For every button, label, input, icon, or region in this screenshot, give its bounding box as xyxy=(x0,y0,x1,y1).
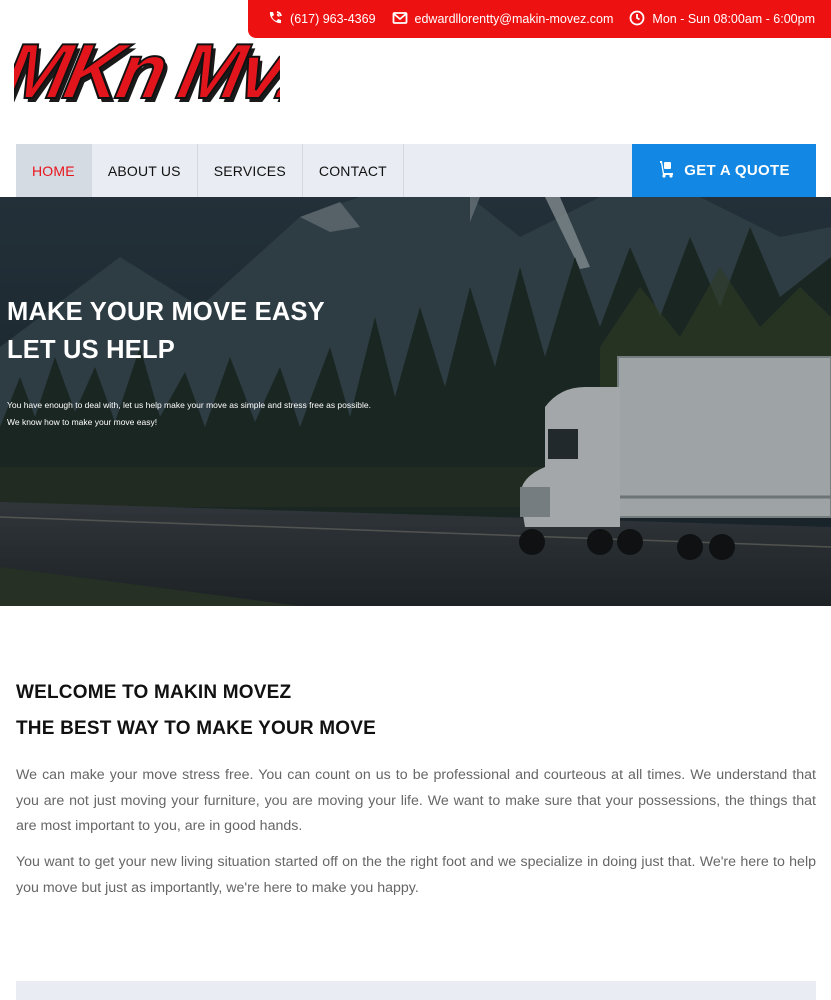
clock-icon xyxy=(629,10,645,29)
welcome-paragraph-2: You want to get your new living situatio… xyxy=(16,854,816,896)
hero-title-line1: MAKE YOUR MOVE EASY xyxy=(7,298,325,326)
hero-title-line2: LET US HELP xyxy=(7,336,175,364)
welcome-title-line2: THE BEST WAY TO MAKE YOUR MOVE xyxy=(16,718,377,739)
welcome-paragraph-1: We can make your move stress free. You c… xyxy=(16,767,816,834)
next-section-band xyxy=(16,981,816,1000)
hours-text: Mon - Sun 08:00am - 6:00pm xyxy=(652,12,815,26)
nav-about-us[interactable]: ABOUT US xyxy=(92,144,198,197)
hand-truck-icon xyxy=(658,160,676,182)
quote-label: GET A QUOTE xyxy=(684,162,790,179)
welcome-title-line1: WELCOME TO MAKIN MOVEZ xyxy=(16,682,292,703)
email-address: edwardllorentty@makin-movez.com xyxy=(414,12,614,26)
hero-sub-line1: You have enough to deal with, let us hel… xyxy=(7,400,371,410)
get-a-quote-button[interactable]: GET A QUOTE xyxy=(632,144,816,197)
nav-contact[interactable]: CONTACT xyxy=(303,144,404,197)
hero-title: MAKE YOUR MOVE EASY LET US HELP xyxy=(7,293,325,369)
nav-home[interactable]: HOME xyxy=(16,144,92,197)
nav-services[interactable]: SERVICES xyxy=(198,144,303,197)
contact-bar: (617) 963-4369 edwardllorentty@makin-mov… xyxy=(248,0,831,38)
svg-text:MKn Mvz: MKn Mvz xyxy=(14,28,280,115)
welcome-heading: WELCOME TO MAKIN MOVEZ THE BEST WAY TO M… xyxy=(16,675,376,747)
site-logo[interactable]: MKn Mvz MKn Mvz xyxy=(0,22,331,122)
phone-contact[interactable]: (617) 963-4369 xyxy=(267,10,376,29)
phone-number: (617) 963-4369 xyxy=(290,12,376,26)
hero-subtitle: You have enough to deal with, let us hel… xyxy=(7,397,371,431)
hero-banner: MAKE YOUR MOVE EASY LET US HELP You have… xyxy=(0,197,831,606)
hero-sub-line2: We know how to make your move easy! xyxy=(7,417,158,427)
email-contact[interactable]: edwardllorentty@makin-movez.com xyxy=(392,10,614,29)
mail-icon xyxy=(392,10,408,29)
business-hours: Mon - Sun 08:00am - 6:00pm xyxy=(629,10,815,29)
